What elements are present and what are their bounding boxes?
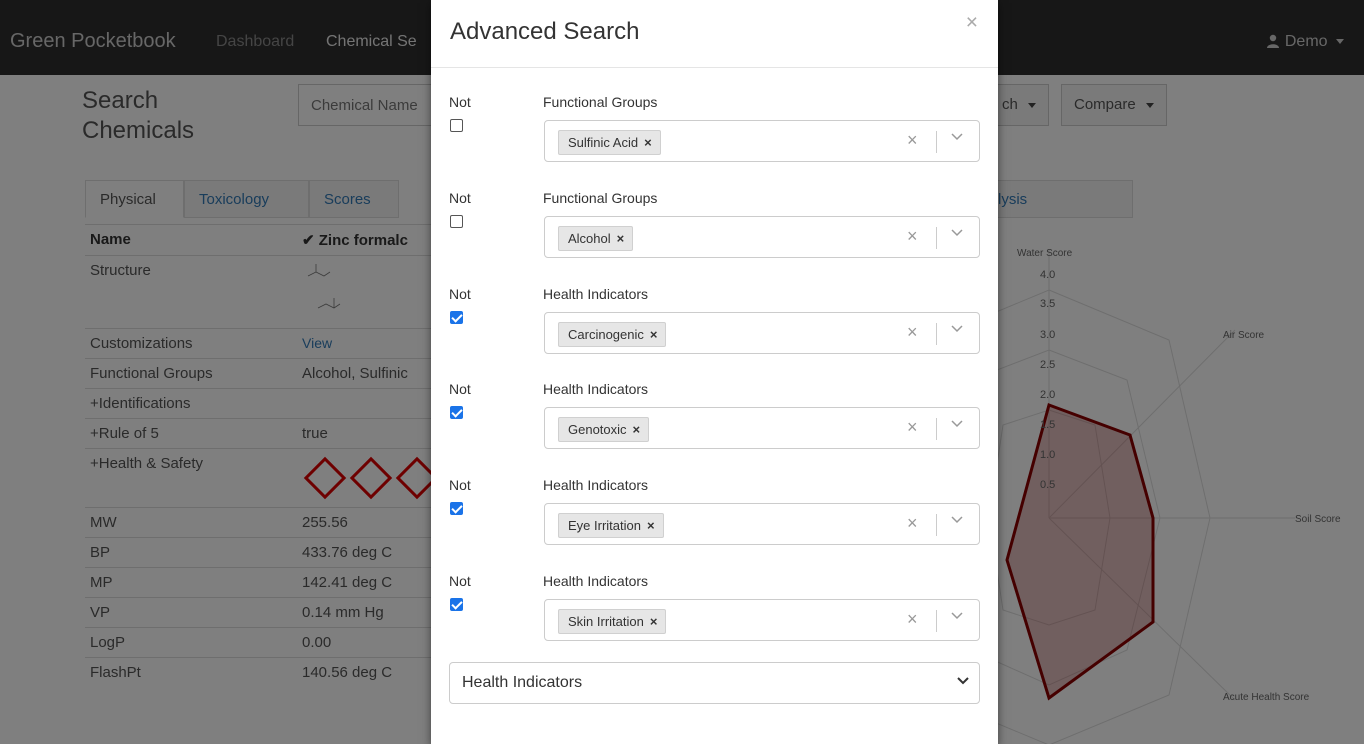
tag-label: Skin Irritation bbox=[568, 614, 644, 629]
search-criterion: Not Functional Groups Alcohol × × bbox=[431, 190, 998, 280]
selected-tag: Skin Irritation × bbox=[558, 609, 667, 634]
clear-selection-icon[interactable]: × bbox=[907, 131, 918, 149]
selected-tag: Alcohol × bbox=[558, 226, 634, 251]
clear-selection-icon[interactable]: × bbox=[907, 514, 918, 532]
chevron-down-icon[interactable] bbox=[951, 325, 963, 333]
chevron-down-icon bbox=[957, 677, 969, 685]
selected-tag: Genotoxic × bbox=[558, 417, 650, 442]
remove-tag-icon[interactable]: × bbox=[647, 518, 655, 533]
not-checkbox[interactable] bbox=[450, 502, 463, 515]
separator bbox=[936, 514, 937, 536]
clear-selection-icon[interactable]: × bbox=[907, 610, 918, 628]
criterion-field-label: Functional Groups bbox=[543, 94, 658, 110]
remove-tag-icon[interactable]: × bbox=[633, 422, 641, 437]
search-criterion: Not Health Indicators Skin Irritation × × bbox=[431, 573, 998, 663]
separator bbox=[936, 418, 937, 440]
search-criterion: Not Health Indicators Carcinogenic × × bbox=[431, 286, 998, 376]
not-label: Not bbox=[449, 477, 471, 493]
clear-selection-icon[interactable]: × bbox=[907, 323, 918, 341]
tag-label: Alcohol bbox=[568, 231, 611, 246]
tag-label: Eye Irritation bbox=[568, 518, 641, 533]
close-icon[interactable]: × bbox=[966, 12, 978, 33]
search-criterion: Not Functional Groups Sulfinic Acid × × bbox=[431, 94, 998, 184]
search-criterion: Not Health Indicators Genotoxic × × bbox=[431, 381, 998, 471]
selected-tag: Sulfinic Acid × bbox=[558, 130, 661, 155]
tag-select-input[interactable]: Eye Irritation × × bbox=[544, 503, 980, 545]
tag-select-input[interactable]: Genotoxic × × bbox=[544, 407, 980, 449]
selected-tag: Carcinogenic × bbox=[558, 322, 667, 347]
remove-tag-icon[interactable]: × bbox=[650, 327, 658, 342]
not-checkbox[interactable] bbox=[450, 215, 463, 228]
not-label: Not bbox=[449, 573, 471, 589]
advanced-search-modal: Advanced Search × Not Functional Groups … bbox=[431, 0, 998, 744]
not-checkbox[interactable] bbox=[450, 311, 463, 324]
chevron-down-icon[interactable] bbox=[951, 612, 963, 620]
criterion-field-label: Health Indicators bbox=[543, 573, 649, 589]
tag-select-input[interactable]: Alcohol × × bbox=[544, 216, 980, 258]
add-criterion-value: Health Indicators bbox=[462, 674, 583, 691]
tag-select-input[interactable]: Sulfinic Acid × × bbox=[544, 120, 980, 162]
remove-tag-icon[interactable]: × bbox=[617, 231, 625, 246]
tag-select-input[interactable]: Carcinogenic × × bbox=[544, 312, 980, 354]
criterion-field-label: Functional Groups bbox=[543, 190, 658, 206]
separator bbox=[936, 323, 937, 345]
criterion-field-label: Health Indicators bbox=[543, 381, 649, 397]
tag-label: Carcinogenic bbox=[568, 327, 644, 342]
chevron-down-icon[interactable] bbox=[951, 420, 963, 428]
tag-label: Sulfinic Acid bbox=[568, 135, 639, 150]
not-label: Not bbox=[449, 94, 471, 110]
add-criterion-select[interactable]: Health Indicators bbox=[449, 662, 980, 704]
search-criterion: Not Health Indicators Eye Irritation × × bbox=[431, 477, 998, 567]
not-checkbox[interactable] bbox=[450, 119, 463, 132]
criterion-field-label: Health Indicators bbox=[543, 477, 649, 493]
tag-label: Genotoxic bbox=[568, 422, 627, 437]
tag-select-input[interactable]: Skin Irritation × × bbox=[544, 599, 980, 641]
chevron-down-icon[interactable] bbox=[951, 229, 963, 237]
chevron-down-icon[interactable] bbox=[951, 516, 963, 524]
separator bbox=[936, 227, 937, 249]
not-label: Not bbox=[449, 190, 471, 206]
separator bbox=[936, 131, 937, 153]
remove-tag-icon[interactable]: × bbox=[650, 614, 658, 629]
clear-selection-icon[interactable]: × bbox=[907, 227, 918, 245]
selected-tag: Eye Irritation × bbox=[558, 513, 664, 538]
remove-tag-icon[interactable]: × bbox=[644, 135, 652, 150]
not-checkbox[interactable] bbox=[450, 406, 463, 419]
not-checkbox[interactable] bbox=[450, 598, 463, 611]
separator bbox=[936, 610, 937, 632]
modal-title: Advanced Search bbox=[450, 18, 640, 45]
not-label: Not bbox=[449, 381, 471, 397]
clear-selection-icon[interactable]: × bbox=[907, 418, 918, 436]
criterion-field-label: Health Indicators bbox=[543, 286, 649, 302]
chevron-down-icon[interactable] bbox=[951, 133, 963, 141]
not-label: Not bbox=[449, 286, 471, 302]
modal-header: Advanced Search × bbox=[431, 0, 998, 68]
